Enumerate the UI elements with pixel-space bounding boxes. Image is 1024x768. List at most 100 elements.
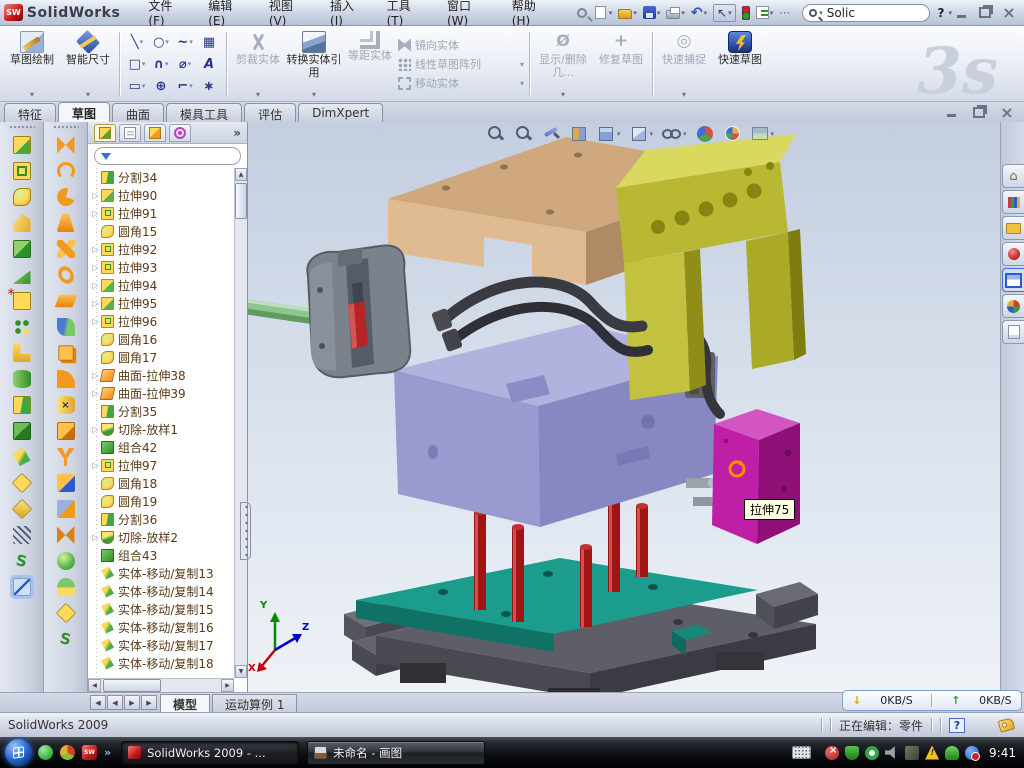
tray-icon[interactable] [925, 746, 939, 760]
doc-restore-button[interactable] [970, 105, 988, 120]
search-input[interactable] [825, 5, 905, 21]
toolbar-button[interactable] [46, 626, 86, 652]
feature-tree-item[interactable]: 实体-移动/复制13 [88, 564, 234, 582]
model-side-block[interactable] [712, 409, 800, 544]
restore-button[interactable] [976, 5, 994, 20]
tray-icon[interactable] [845, 746, 859, 760]
new-file-icon[interactable]: ▾ [593, 6, 613, 19]
graphics-viewport[interactable]: 拉伸75 Y Z X [248, 122, 1000, 692]
toolbar-button[interactable] [2, 470, 42, 496]
doc-close-button[interactable] [998, 105, 1016, 120]
toolbar-button[interactable] [46, 340, 86, 366]
feature-tree-item[interactable]: 实体-移动/复制15 [88, 600, 234, 618]
toolbar-button[interactable] [2, 236, 42, 262]
configurationmanager-tab[interactable] [144, 124, 166, 142]
feature-tree-item[interactable]: 分割34 [88, 168, 234, 186]
offset-entities-button[interactable]: 等距实体 [342, 29, 398, 99]
select-arrow-icon[interactable]: ↖▾ [713, 4, 736, 22]
task-pane-tab[interactable] [1002, 164, 1024, 188]
expand-arrow-icon[interactable] [90, 263, 101, 272]
expand-arrow-icon[interactable] [90, 317, 101, 326]
feature-tree-item[interactable]: 圆角18 [88, 474, 234, 492]
open-icon[interactable]: ▾ [618, 6, 637, 19]
toolbar-grip[interactable] [53, 125, 79, 130]
ribbon-tab[interactable]: 曲面 [112, 103, 164, 122]
sketch-entity-button[interactable]: ▭ [125, 75, 149, 97]
toolbar-button[interactable] [46, 444, 86, 470]
start-button[interactable] [5, 739, 32, 766]
input-method-icon[interactable] [792, 746, 811, 759]
feature-tree-item[interactable]: 实体-移动/复制16 [88, 618, 234, 636]
panel-splitter-handle[interactable] [240, 502, 251, 560]
toolbar-button[interactable] [46, 366, 86, 392]
tree-vertical-scrollbar[interactable]: ▲ ▼ [234, 168, 247, 678]
feature-tree-item[interactable]: 拉伸91 [88, 204, 234, 222]
toolbar-button[interactable] [2, 522, 42, 548]
sketch-entity-button[interactable]: □ [125, 53, 149, 75]
toolbar-button[interactable] [46, 548, 86, 574]
taskbar-button[interactable]: SolidWorks 2009 - ... [121, 741, 299, 765]
feature-tree-item[interactable]: 实体-移动/复制18 [88, 654, 234, 672]
toolbar-button[interactable] [46, 236, 86, 262]
toolbar-grip[interactable] [9, 125, 35, 130]
model-rail-right[interactable] [756, 582, 818, 629]
toolbar-button[interactable] [46, 470, 86, 496]
flyout-arrow-icon[interactable]: ▾ [520, 60, 526, 69]
toolbar-button[interactable] [46, 496, 86, 522]
toolbar-button[interactable] [46, 392, 86, 418]
toolbar-button[interactable] [2, 444, 42, 470]
expand-arrow-icon[interactable] [90, 425, 101, 434]
flyout-arrow-icon[interactable]: ▾ [520, 79, 526, 88]
toolbar-button[interactable] [2, 132, 42, 158]
toolbar-button[interactable] [2, 340, 42, 366]
feature-tree-item[interactable]: 拉伸92 [88, 240, 234, 258]
view-tool-button[interactable] [630, 125, 654, 143]
task-pane-tab[interactable] [1002, 190, 1024, 214]
trim-entities-button[interactable]: 剪裁实体 [230, 29, 286, 99]
taskbar-button[interactable]: 未命名 - 画图 [307, 741, 485, 765]
sketch-entity-button[interactable]: ○ [149, 31, 173, 53]
toolbar-button[interactable] [46, 210, 86, 236]
toolbar-button[interactable] [2, 210, 42, 236]
save-icon[interactable]: ▾ [643, 6, 661, 19]
view-tool-button[interactable] [514, 124, 533, 143]
model-housing[interactable] [307, 246, 410, 378]
feature-tree-item[interactable]: 圆角16 [88, 330, 234, 348]
dimxpertmanager-tab[interactable] [169, 124, 191, 142]
toolbar-button[interactable] [46, 158, 86, 184]
task-pane-tab[interactable] [1002, 216, 1024, 240]
tab-prev-icon[interactable]: ◀ [107, 695, 123, 710]
repair-sketch-button[interactable]: + 修复草图 [593, 29, 649, 99]
print-icon[interactable]: ▾ [666, 6, 685, 19]
ribbon-tab[interactable]: 特征 [4, 103, 56, 122]
toolbar-button[interactable] [2, 392, 42, 418]
ribbon-tab[interactable]: 模具工具 [166, 103, 242, 122]
model-3d-view[interactable] [248, 122, 1000, 692]
linear-sketch-pattern-button[interactable]: 线性草图阵列 ▾ [398, 56, 526, 72]
feature-tree-item[interactable]: 圆角15 [88, 222, 234, 240]
feature-tree-item[interactable]: 拉伸95 [88, 294, 234, 312]
task-pane-tab[interactable] [1002, 294, 1024, 318]
tab-next-icon[interactable]: ▶ [124, 695, 140, 710]
sketch-entity-button[interactable]: ∗ [197, 75, 221, 97]
ribbon-tab[interactable]: 草图 [58, 102, 110, 122]
toolbar-button[interactable] [2, 574, 42, 600]
display-delete-relations-button[interactable]: Ø 显示/删除几... [533, 29, 593, 99]
tray-icon[interactable] [905, 746, 919, 760]
scroll-thumb[interactable] [235, 183, 247, 219]
more-icon[interactable]: ⋯ [779, 6, 791, 19]
toolbar-button[interactable] [2, 314, 42, 340]
toolbar-button[interactable] [46, 262, 86, 288]
smart-dimension-button[interactable]: 智能尺寸 [60, 29, 116, 99]
feature-tree-item[interactable]: 拉伸96 [88, 312, 234, 330]
scroll-down-icon[interactable]: ▼ [235, 665, 247, 678]
mirror-entities-button[interactable]: 镜向实体 [398, 37, 526, 53]
view-tool-button[interactable] [751, 124, 775, 143]
task-pane-tab[interactable] [1002, 268, 1024, 292]
feature-tree-item[interactable]: 圆角17 [88, 348, 234, 366]
sketch-entity-button[interactable]: ~ [173, 31, 197, 53]
search-dropdown-icon[interactable]: ▾ [819, 9, 823, 17]
feature-tree-item[interactable]: 拉伸90 [88, 186, 234, 204]
model-tab[interactable]: 模型 [160, 694, 210, 712]
doc-minimize-button[interactable] [942, 105, 960, 120]
